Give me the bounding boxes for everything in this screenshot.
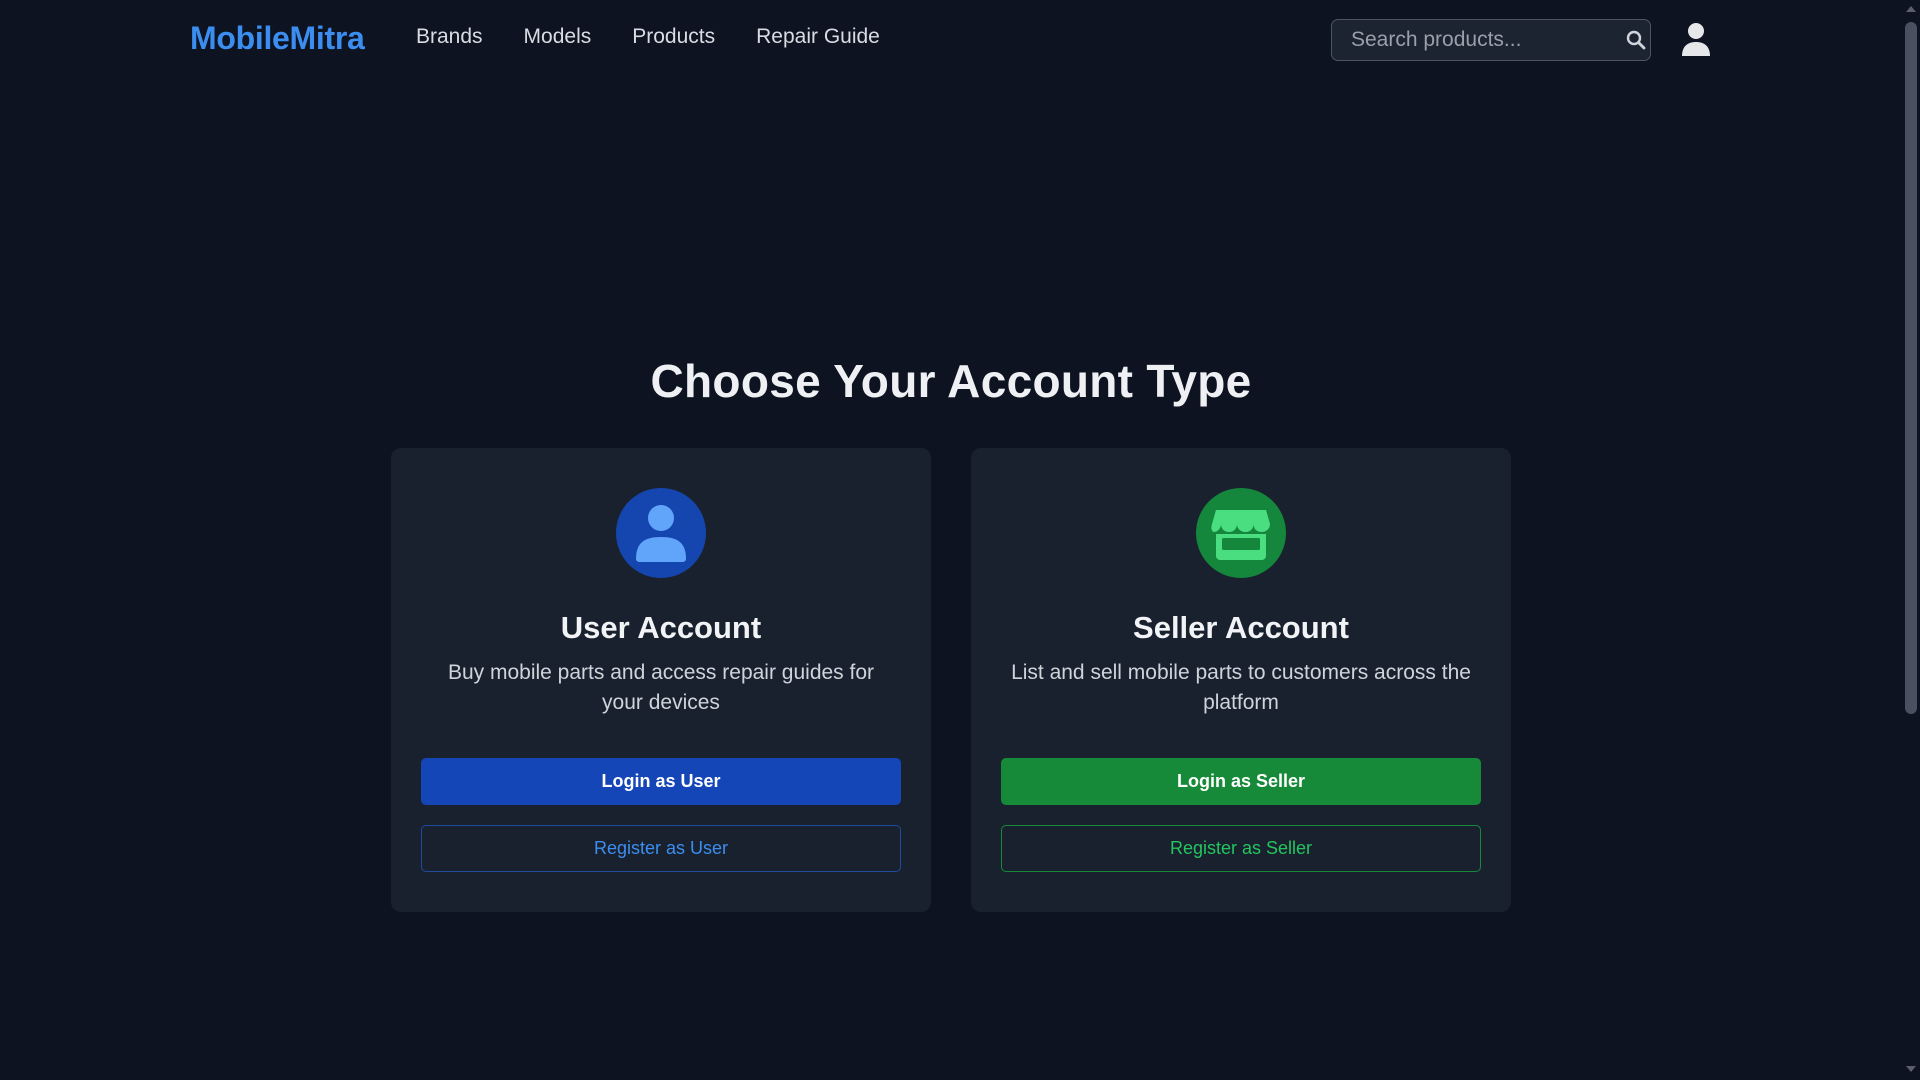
user-card-description: Buy mobile parts and access repair guide… <box>447 661 875 714</box>
page: MobileMitra Brands Models Products Repai… <box>0 0 1920 1080</box>
user-icon <box>616 488 706 578</box>
search-input[interactable] <box>1332 20 1622 60</box>
scroll-down-icon[interactable] <box>1906 1066 1916 1072</box>
top-navbar: MobileMitra Brands Models Products Repai… <box>0 0 1902 80</box>
main-nav: Brands Models Products Repair Guide <box>416 25 880 49</box>
register-as-user-button[interactable]: Register as User <box>421 825 901 872</box>
user-account-card: User Account Buy mobile parts and access… <box>391 448 931 912</box>
nav-products[interactable]: Products <box>632 25 715 49</box>
account-icon[interactable] <box>1680 22 1712 58</box>
page-title: Choose Your Account Type <box>650 355 1252 407</box>
nav-brands[interactable]: Brands <box>416 25 483 49</box>
store-icon <box>1196 488 1286 578</box>
nav-models[interactable]: Models <box>524 25 592 49</box>
search-box <box>1331 19 1651 61</box>
search-icon[interactable] <box>1622 20 1650 60</box>
seller-account-card: Seller Account List and sell mobile part… <box>971 448 1511 912</box>
brand-logo[interactable]: MobileMitra <box>190 20 365 57</box>
user-card-title: User Account <box>560 610 762 645</box>
seller-card-description: List and sell mobile parts to customers … <box>1011 661 1471 714</box>
nav-repair-guide[interactable]: Repair Guide <box>756 25 880 49</box>
scrollbar-thumb[interactable] <box>1905 22 1917 714</box>
login-as-user-button[interactable]: Login as User <box>421 758 901 805</box>
seller-card-title: Seller Account <box>1133 610 1349 645</box>
scroll-up-icon[interactable] <box>1906 6 1916 12</box>
vertical-scrollbar[interactable] <box>1902 0 1920 1080</box>
register-as-seller-button[interactable]: Register as Seller <box>1001 825 1481 872</box>
login-as-seller-button[interactable]: Login as Seller <box>1001 758 1481 805</box>
